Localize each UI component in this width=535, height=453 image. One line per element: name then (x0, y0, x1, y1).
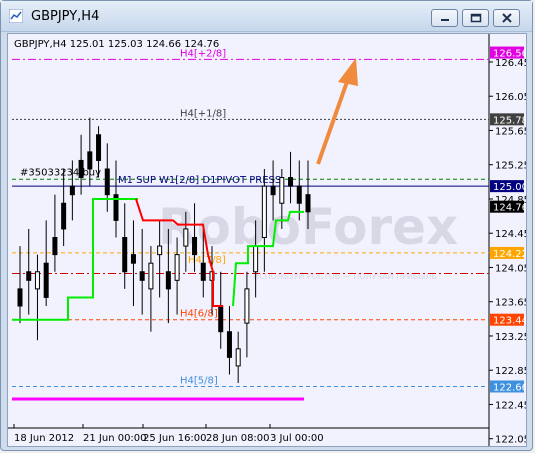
level-label-7: H4[5/8] (180, 375, 218, 386)
time-tick-label: 3 Jul 00:00 (270, 433, 324, 444)
candle-body (235, 348, 241, 367)
price-badge-0-text: 126.56 (493, 49, 526, 60)
price-tick-label: 122.85 (495, 366, 526, 377)
level-label-h4-7-8: H4[7/8] (188, 255, 226, 266)
close-icon (502, 13, 512, 23)
candle-body (61, 202, 67, 230)
price-tick-label: 123.25 (495, 332, 526, 343)
candle-body (183, 228, 189, 247)
price-tick-label: 125.25 (495, 161, 526, 172)
watermark-subtext: ИСПОЛЬЗУЙ РОСТОВ — ПОЛУЧАЙ ПРИБЫЛЬ (253, 270, 437, 281)
candle-body (305, 194, 311, 213)
time-tick-label: 18 Jun 2012 (14, 433, 74, 444)
candle-body (288, 177, 294, 187)
candle-body (69, 185, 75, 196)
restore-icon (470, 13, 482, 23)
price-tick-label: 124.45 (495, 229, 526, 240)
candle-body (130, 254, 136, 264)
current-price-badge-text: 124.76 (493, 203, 526, 214)
minimize-button[interactable] (431, 9, 458, 27)
price-tick-label: 125.65 (495, 126, 526, 137)
price-badge-1-text: 125.78 (493, 115, 526, 126)
candle-body (261, 185, 267, 239)
candle-body (122, 237, 128, 273)
chart-area[interactable]: RoboForex ИСПОЛЬЗУЙ РОСТОВ — ПОЛУЧАЙ ПРИ… (7, 33, 527, 447)
restore-button[interactable] (462, 9, 489, 27)
price-tick-label: 126.45 (495, 58, 526, 69)
candle-body (52, 237, 58, 256)
candle-body (43, 262, 49, 298)
candle-body (26, 271, 32, 281)
candle-body (244, 288, 250, 324)
candle-body (87, 151, 93, 170)
candle-body (253, 245, 259, 273)
candle-body (192, 237, 198, 256)
time-tick-label: 21 Jun 00:00 (83, 433, 147, 444)
price-tick-label: 123.65 (495, 298, 526, 309)
level-label-0: H4[+2/8] (180, 48, 226, 59)
candle-body (96, 134, 102, 161)
window-title: GBPJPY,H4 (31, 9, 100, 24)
candle-body (174, 254, 180, 281)
price-tick-label: 124.05 (495, 263, 526, 274)
price-chart[interactable]: RoboForex ИСПОЛЬЗУЙ РОСТОВ — ПОЛУЧАЙ ПРИ… (8, 34, 526, 446)
candle-body (296, 185, 302, 204)
candle-body (78, 159, 84, 179)
minimize-icon (441, 19, 449, 21)
candle-body (104, 168, 110, 196)
price-tick-label: 122.05 (495, 435, 526, 446)
price-badge-3-text: 125.00 (493, 182, 526, 193)
time-tick-label: 28 Jun 08:00 (206, 433, 270, 444)
price-tick-label: 122.45 (495, 400, 526, 411)
close-button[interactable] (493, 9, 520, 27)
level-label-3: M1 SUP W1[2/8] D1PIVOT PRESS (118, 175, 281, 186)
level-label-1: H4[+1/8] (180, 108, 226, 119)
price-badge-4-text: 124.22 (493, 249, 526, 260)
time-tick-label: 25 Jun 16:00 (143, 433, 207, 444)
window-titlebar[interactable]: GBPJPY,H4 (1, 1, 532, 32)
candle-body (218, 305, 224, 333)
candle-body (226, 331, 232, 358)
candle-body (270, 185, 276, 196)
candle-body (139, 271, 145, 281)
price-badge-6-text: 123.44 (493, 316, 526, 327)
chart-window: GBPJPY,H4 RoboForex ИСПОЛЬЗУЙ РОСТОВ — П… (0, 0, 533, 451)
candle-body (279, 177, 285, 204)
price-tick-label: 126.05 (495, 92, 526, 103)
candle-body (34, 271, 40, 290)
chart-app-icon (9, 9, 23, 23)
candle-body (165, 271, 171, 290)
candle-body (17, 288, 23, 307)
candle-body (200, 262, 206, 281)
candle-body (148, 262, 154, 290)
price-badge-7-text: 122.66 (493, 382, 526, 393)
candle-body (157, 245, 163, 256)
symbol-info-text: GBPJPY,H4 125.01 125.03 124.66 124.76 (14, 39, 219, 50)
